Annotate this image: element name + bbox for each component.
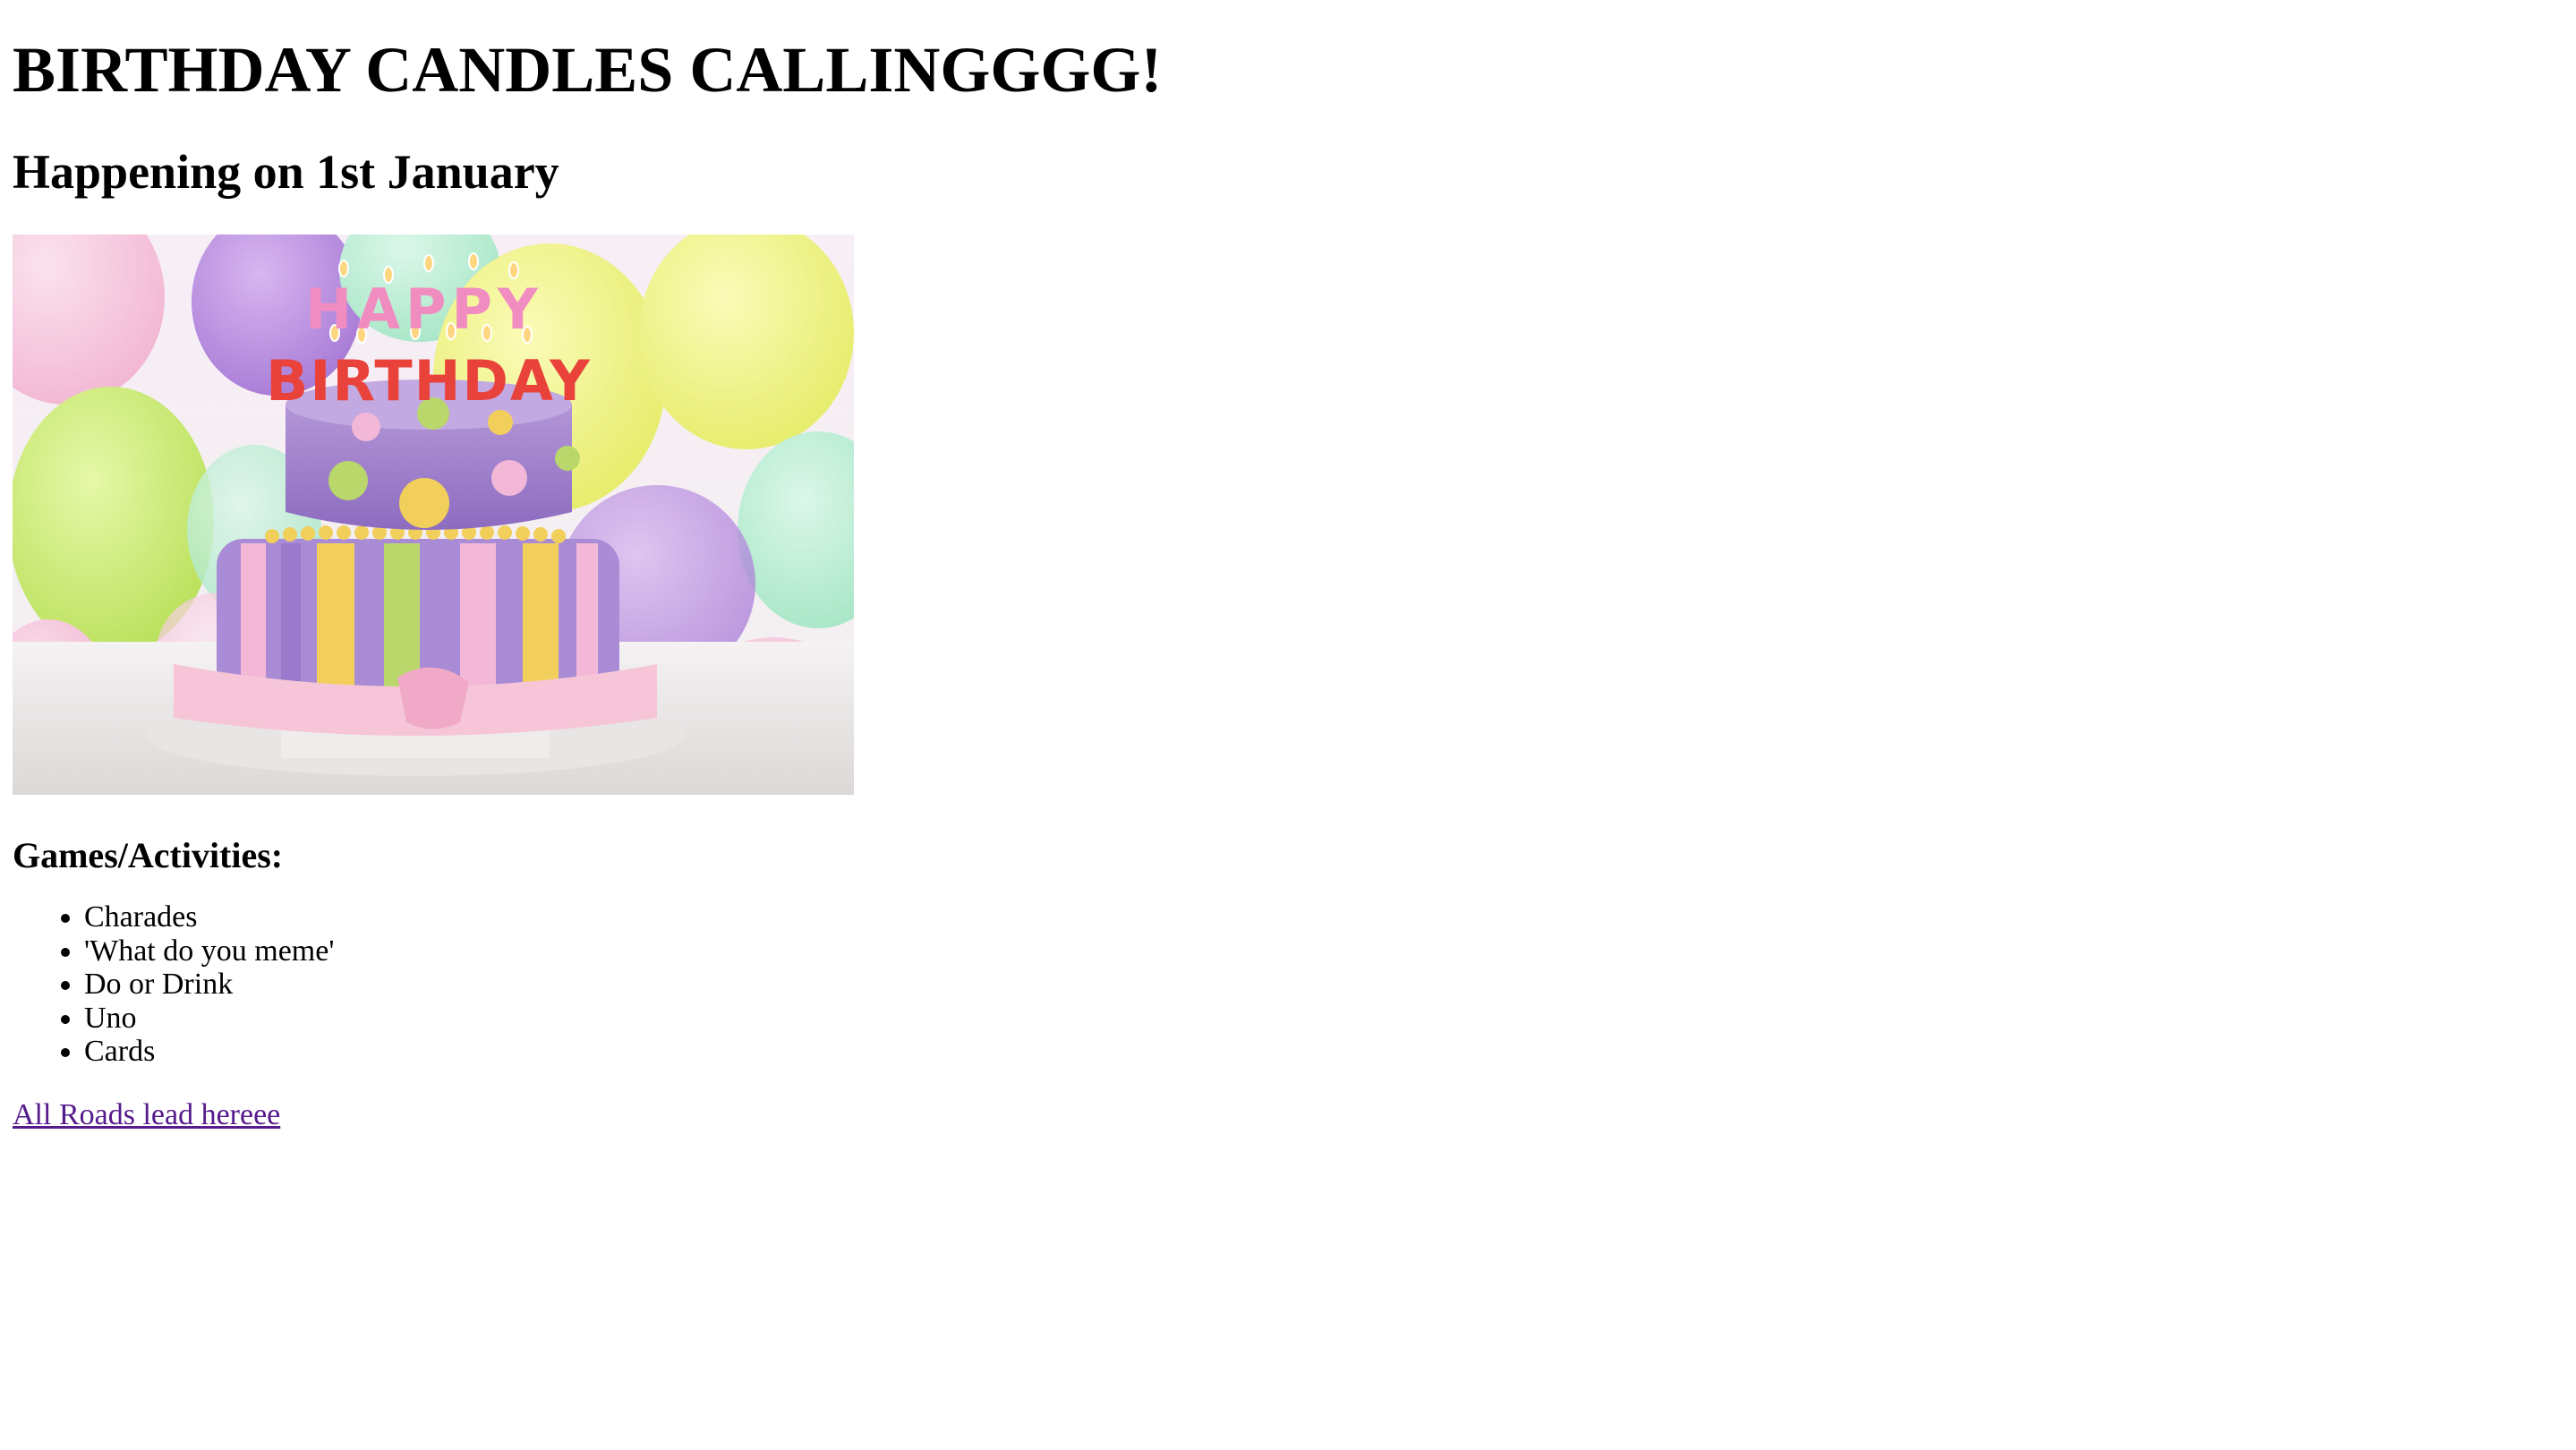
directions-link[interactable]: All Roads lead hereee bbox=[13, 1098, 280, 1131]
birthday-cake-image: HAPPY BIRTHDAY bbox=[13, 235, 854, 795]
activities-heading: Games/Activities: bbox=[13, 835, 284, 875]
list-item: 'What do you meme' bbox=[84, 934, 2576, 968]
cake-text-happy: HAPPY bbox=[305, 277, 543, 342]
list-item: Charades bbox=[84, 900, 2576, 934]
cake-text-birthday: BIRTHDAY bbox=[266, 348, 592, 414]
event-date-subtitle: Happening on 1st January bbox=[13, 145, 559, 199]
list-item: Cards bbox=[84, 1035, 2576, 1069]
link-row: All Roads lead hereee bbox=[13, 1097, 2576, 1133]
activities-list: Charades 'What do you meme' Do or Drink … bbox=[13, 877, 2576, 1069]
page-body: BIRTHDAY CANDLES CALLINGGGG! Happening o… bbox=[0, 0, 2576, 1133]
list-item: Do or Drink bbox=[84, 968, 2576, 1002]
page-title: BIRTHDAY CANDLES CALLINGGGG! bbox=[13, 34, 1163, 106]
list-item: Uno bbox=[84, 1002, 2576, 1036]
